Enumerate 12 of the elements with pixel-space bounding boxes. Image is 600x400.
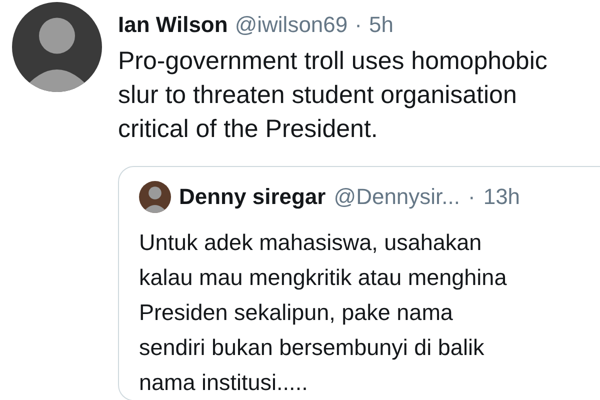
quoted-post-time: 13h (483, 184, 520, 210)
separator-dot: · (354, 12, 362, 38)
quoted-tweet-text: Untuk adek mahasiswa, usahakan kalau mau mengkritik atau menghina Presiden sekalipun, pake nama sendiri bukan bersembunyi di balik nama institusi..... (139, 229, 508, 397)
post-time[interactable]: 5h (368, 12, 394, 38)
author-name[interactable]: Ian Wilson (118, 12, 228, 38)
separator-dot: · (468, 184, 476, 210)
quoted-tweet-card[interactable]: Denny siregar @Dennysir... · 13h Untuk adek mahasiswa, usahakan kalau mau mengkritik atau menghina Presiden sekalipun, pake nama sendiri bukan bersembunyi di balik nama institusi..... (118, 166, 600, 400)
tweet-text: Pro-government troll uses homophobic slur to threaten student organisation critical of the President. (118, 46, 548, 145)
avatar-icon (139, 181, 171, 213)
quoted-author-name: Denny siregar (179, 184, 326, 210)
author-handle[interactable]: @iwilson69 (234, 12, 348, 38)
quoted-author-handle: @Dennysir... (334, 184, 460, 210)
